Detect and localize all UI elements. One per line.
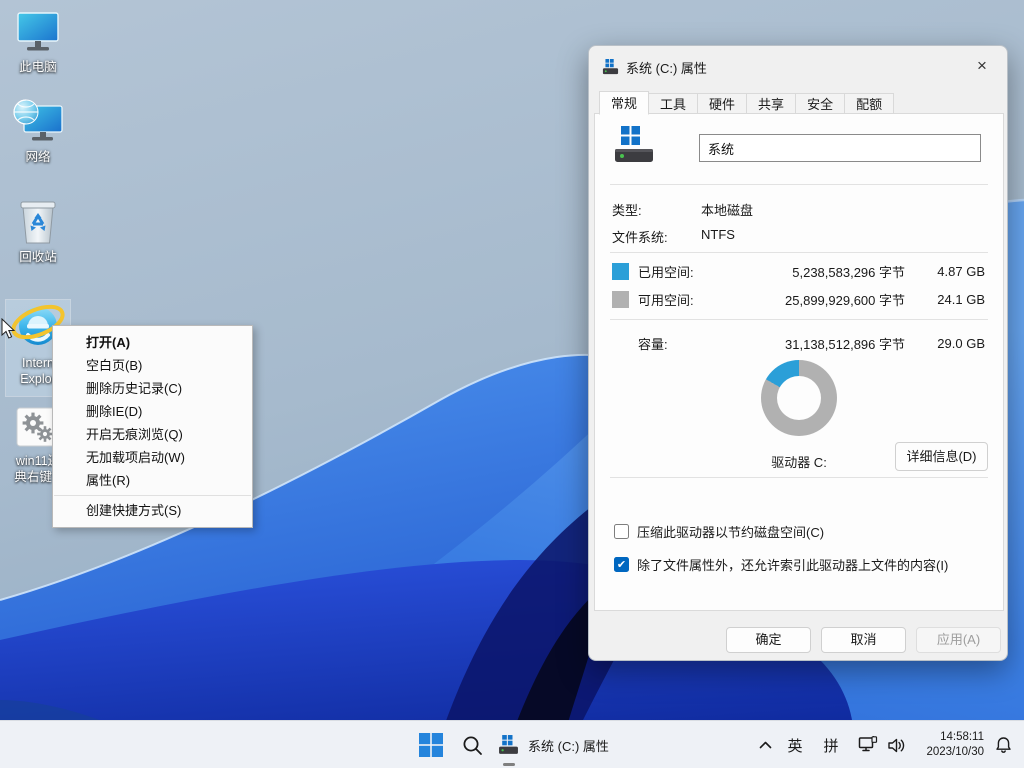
clock[interactable]: 14:58:11 2023/10/30 bbox=[904, 721, 984, 768]
menu-item-delete-ie[interactable]: 删除IE(D) bbox=[53, 400, 252, 423]
network-tray-button[interactable] bbox=[854, 721, 882, 768]
tab-hardware[interactable]: 硬件 bbox=[698, 93, 747, 114]
tab-quota[interactable]: 配额 bbox=[845, 93, 894, 114]
icon-label: 此电脑 bbox=[6, 59, 70, 75]
capacity-size: 29.0 GB bbox=[905, 336, 985, 351]
tab-tools[interactable]: 工具 bbox=[649, 93, 698, 114]
menu-item-blank-page[interactable]: 空白页(B) bbox=[53, 354, 252, 377]
filesystem-value: NTFS bbox=[701, 227, 735, 242]
search-button[interactable] bbox=[456, 721, 488, 768]
taskbar-app-label: 系统 (C:) 属性 bbox=[528, 736, 609, 755]
used-bytes: 5,238,583,296 字节 bbox=[727, 262, 905, 281]
menu-item-no-addons[interactable]: 无加载项启动(W) bbox=[53, 446, 252, 469]
drive-icon-small bbox=[498, 735, 519, 755]
index-checkbox-row[interactable]: ✔ 除了文件属性外，还允许索引此驱动器上文件的内容(I) bbox=[614, 555, 948, 574]
filesystem-row: 文件系统:NTFS bbox=[612, 227, 668, 246]
compress-checkbox-row[interactable]: 压缩此驱动器以节约磁盘空间(C) bbox=[614, 522, 824, 541]
capacity-row: 容量: 31,138,512,896 字节 29.0 GB bbox=[612, 334, 985, 352]
running-app-indicator bbox=[503, 763, 515, 766]
ime-language-indicator[interactable]: 英 bbox=[782, 721, 808, 768]
menu-item-delete-history[interactable]: 删除历史记录(C) bbox=[53, 377, 252, 400]
speaker-icon bbox=[887, 737, 906, 754]
icon-label: 回收站 bbox=[6, 249, 70, 265]
search-icon bbox=[462, 735, 483, 756]
type-row: 类型:本地磁盘 bbox=[612, 200, 642, 219]
drive-properties-dialog: 系统 (C:) 属性 × 常规 工具 硬件 共享 安全 配额 类型:本地磁盘 文… bbox=[588, 45, 1008, 661]
ethernet-network-icon bbox=[858, 736, 878, 754]
used-space-row: 已用空间: 5,238,583,296 字节 4.87 GB bbox=[612, 262, 985, 280]
separator bbox=[610, 252, 988, 253]
icon-label: 网络 bbox=[6, 149, 70, 165]
used-size: 4.87 GB bbox=[905, 264, 985, 279]
taskbar: 系统 (C:) 属性 英 拼 14:58:11 2023/10/30 bbox=[0, 720, 1024, 768]
menu-item-inprivate[interactable]: 开启无痕浏览(Q) bbox=[53, 423, 252, 446]
dialog-buttons: 确定 取消 应用(A) bbox=[589, 627, 1007, 653]
capacity-bytes: 31,138,512,896 字节 bbox=[727, 334, 905, 353]
desktop-icon-recycle-bin[interactable]: 回收站 bbox=[6, 198, 70, 265]
separator bbox=[610, 477, 988, 478]
compress-checkbox-label: 压缩此驱动器以节约磁盘空间(C) bbox=[637, 522, 824, 541]
general-tab-page: 类型:本地磁盘 文件系统:NTFS 已用空间: 5,238,583,296 字节… bbox=[594, 113, 1004, 611]
free-bytes: 25,899,929,600 字节 bbox=[727, 290, 905, 309]
dialog-titlebar[interactable]: 系统 (C:) 属性 × bbox=[589, 46, 1007, 91]
dialog-title: 系统 (C:) 属性 bbox=[626, 58, 707, 77]
taskbar-app-properties[interactable]: 系统 (C:) 属性 bbox=[498, 721, 609, 768]
menu-item-properties[interactable]: 属性(R) bbox=[53, 469, 252, 492]
separator bbox=[610, 319, 988, 320]
type-value: 本地磁盘 bbox=[701, 200, 753, 219]
details-button[interactable]: 详细信息(D) bbox=[895, 442, 988, 471]
mouse-cursor bbox=[1, 318, 16, 340]
start-button[interactable] bbox=[414, 721, 448, 768]
menu-item-create-shortcut[interactable]: 创建快捷方式(S) bbox=[53, 499, 252, 522]
desktop-icon-this-pc[interactable]: 此电脑 bbox=[6, 8, 70, 75]
tray-time: 14:58:11 bbox=[926, 730, 984, 745]
free-size: 24.1 GB bbox=[905, 292, 985, 307]
ok-button[interactable]: 确定 bbox=[726, 627, 811, 653]
volume-name-input[interactable] bbox=[699, 134, 981, 162]
ime-pinyin-indicator[interactable]: 拼 bbox=[818, 721, 844, 768]
drive-icon-small bbox=[602, 59, 619, 75]
notifications-button[interactable] bbox=[988, 721, 1018, 768]
windows-logo-icon bbox=[419, 733, 443, 757]
tab-general[interactable]: 常规 bbox=[599, 91, 649, 115]
dialog-tabs: 常规 工具 硬件 共享 安全 配额 bbox=[599, 91, 894, 114]
tray-overflow-chevron[interactable] bbox=[752, 721, 778, 768]
menu-item-open[interactable]: 打开(A) bbox=[53, 331, 252, 354]
disk-usage-donut bbox=[761, 360, 837, 436]
bell-icon bbox=[995, 736, 1012, 754]
desktop-icon-network[interactable]: 网络 bbox=[6, 98, 70, 165]
network-icon bbox=[6, 98, 70, 146]
separator bbox=[610, 184, 988, 185]
menu-separator bbox=[54, 495, 251, 496]
this-pc-icon bbox=[6, 8, 70, 56]
tray-date: 2023/10/30 bbox=[926, 745, 984, 760]
chevron-up-icon bbox=[759, 741, 772, 749]
drive-icon-large bbox=[613, 126, 655, 164]
cancel-button[interactable]: 取消 bbox=[821, 627, 906, 653]
free-space-row: 可用空间: 25,899,929,600 字节 24.1 GB bbox=[612, 290, 985, 308]
index-checkbox-label: 除了文件属性外，还允许索引此驱动器上文件的内容(I) bbox=[637, 555, 948, 574]
compress-checkbox[interactable] bbox=[614, 524, 629, 539]
tab-sharing[interactable]: 共享 bbox=[747, 93, 796, 114]
free-space-swatch bbox=[612, 291, 629, 308]
ie-context-menu: 打开(A) 空白页(B) 删除历史记录(C) 删除IE(D) 开启无痕浏览(Q)… bbox=[52, 325, 253, 528]
apply-button[interactable]: 应用(A) bbox=[916, 627, 1001, 653]
recycle-bin-icon bbox=[6, 198, 70, 246]
close-icon[interactable]: × bbox=[971, 55, 993, 77]
index-checkbox[interactable]: ✔ bbox=[614, 557, 629, 572]
tab-security[interactable]: 安全 bbox=[796, 93, 845, 114]
used-space-swatch bbox=[612, 263, 629, 280]
